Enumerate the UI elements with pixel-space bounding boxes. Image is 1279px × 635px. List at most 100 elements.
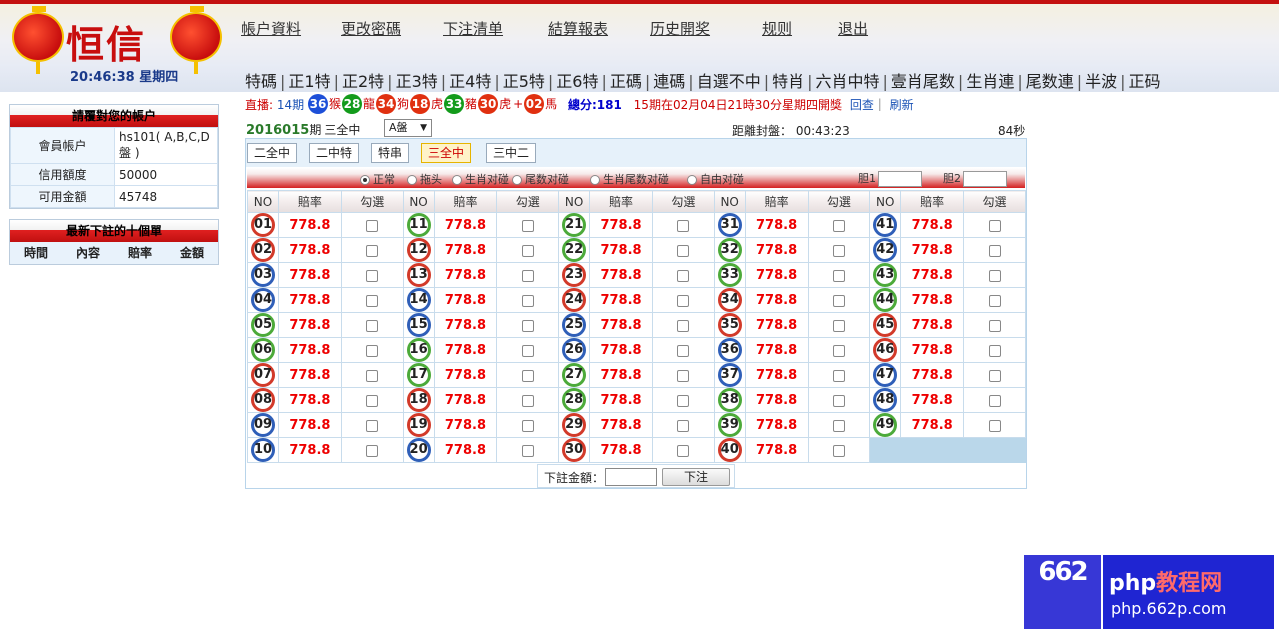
select-checkbox[interactable]	[521, 269, 534, 282]
select-checkbox[interactable]	[521, 394, 534, 407]
subnav-item-5[interactable]: 正5特	[503, 68, 545, 92]
subnav-item-9[interactable]: 自選不中	[697, 68, 761, 92]
select-checkbox[interactable]	[521, 444, 534, 457]
select-checkbox[interactable]	[366, 444, 379, 457]
select-checkbox[interactable]	[988, 319, 1001, 332]
subnav-item-6[interactable]: 正6特	[556, 68, 598, 92]
dan1-input[interactable]	[878, 171, 922, 187]
tab-4[interactable]: 三中二	[486, 143, 537, 163]
select-checkbox[interactable]	[988, 294, 1001, 307]
submit-bet-button[interactable]: 下注	[662, 468, 730, 486]
select-checkbox[interactable]	[677, 244, 690, 257]
nav-item-2[interactable]: 下注清单	[443, 18, 503, 39]
select-checkbox[interactable]	[366, 419, 379, 432]
select-checkbox[interactable]	[832, 394, 845, 407]
subnav-item-4[interactable]: 正4特	[449, 68, 491, 92]
select-checkbox[interactable]	[988, 394, 1001, 407]
select-checkbox[interactable]	[832, 419, 845, 432]
bet-amount-input[interactable]	[605, 468, 657, 486]
select-checkbox[interactable]	[521, 244, 534, 257]
mode-option-0[interactable]: 正常	[360, 171, 395, 187]
tab-2[interactable]: 特串	[371, 143, 410, 163]
select-checkbox[interactable]	[832, 269, 845, 282]
tab-3[interactable]: 三全中	[421, 143, 472, 163]
select-checkbox[interactable]	[677, 394, 690, 407]
select-checkbox[interactable]	[677, 319, 690, 332]
select-checkbox[interactable]	[366, 219, 379, 232]
select-checkbox[interactable]	[832, 319, 845, 332]
radio-icon[interactable]	[687, 175, 697, 185]
subnav-item-0[interactable]: 特碼	[245, 68, 277, 92]
select-checkbox[interactable]	[521, 419, 534, 432]
pan-select[interactable]: A盤	[384, 119, 432, 137]
nav-item-4[interactable]: 历史開奖	[650, 18, 710, 39]
radio-icon[interactable]	[360, 175, 370, 185]
select-checkbox[interactable]	[677, 369, 690, 382]
select-cell	[496, 412, 560, 438]
select-checkbox[interactable]	[366, 294, 379, 307]
subnav-item-2[interactable]: 正2特	[342, 68, 384, 92]
select-checkbox[interactable]	[366, 269, 379, 282]
subnav-item-15[interactable]: 半波	[1085, 68, 1117, 92]
mode-option-2[interactable]: 生肖对碰	[452, 171, 509, 187]
nav-item-5[interactable]: 规则	[762, 18, 792, 39]
mode-option-4[interactable]: 生肖尾数对碰	[590, 171, 669, 187]
radio-icon[interactable]	[512, 175, 522, 185]
select-checkbox[interactable]	[832, 369, 845, 382]
subnav-item-12[interactable]: 壹肖尾数	[891, 68, 955, 92]
select-checkbox[interactable]	[677, 219, 690, 232]
select-checkbox[interactable]	[832, 444, 845, 457]
nav-item-1[interactable]: 更改密碼	[341, 18, 401, 39]
select-checkbox[interactable]	[832, 219, 845, 232]
select-checkbox[interactable]	[988, 269, 1001, 282]
select-checkbox[interactable]	[366, 344, 379, 357]
select-checkbox[interactable]	[366, 394, 379, 407]
subnav-separator: |	[547, 72, 554, 91]
tab-0[interactable]: 二全中	[247, 143, 298, 163]
subnav-item-16[interactable]: 正码	[1129, 68, 1161, 92]
select-checkbox[interactable]	[521, 319, 534, 332]
select-checkbox[interactable]	[988, 219, 1001, 232]
select-cell	[651, 262, 715, 288]
select-checkbox[interactable]	[832, 244, 845, 257]
select-checkbox[interactable]	[521, 294, 534, 307]
radio-icon[interactable]	[407, 175, 417, 185]
replay-link[interactable]: 回查	[850, 96, 874, 113]
select-checkbox[interactable]	[677, 419, 690, 432]
subnav-item-13[interactable]: 生肖連	[966, 68, 1014, 92]
mode-option-1[interactable]: 拖头	[407, 171, 442, 187]
select-checkbox[interactable]	[832, 294, 845, 307]
mode-option-3[interactable]: 尾数对碰	[512, 171, 569, 187]
select-checkbox[interactable]	[988, 244, 1001, 257]
nav-item-0[interactable]: 帳户資料	[241, 18, 301, 39]
refresh-link[interactable]: 刷新	[890, 96, 914, 113]
select-checkbox[interactable]	[677, 344, 690, 357]
select-checkbox[interactable]	[677, 269, 690, 282]
select-checkbox[interactable]	[366, 369, 379, 382]
select-checkbox[interactable]	[521, 369, 534, 382]
mode-option-5[interactable]: 自由对碰	[687, 171, 744, 187]
radio-icon[interactable]	[590, 175, 600, 185]
nav-item-6[interactable]: 退出	[838, 18, 868, 39]
select-checkbox[interactable]	[521, 219, 534, 232]
subnav-item-11[interactable]: 六肖中特	[816, 68, 880, 92]
select-checkbox[interactable]	[677, 294, 690, 307]
subnav-item-3[interactable]: 正3特	[396, 68, 438, 92]
subnav-item-8[interactable]: 連碼	[653, 68, 685, 92]
select-checkbox[interactable]	[988, 419, 1001, 432]
subnav-item-14[interactable]: 尾数連	[1026, 68, 1074, 92]
select-checkbox[interactable]	[988, 369, 1001, 382]
select-checkbox[interactable]	[677, 444, 690, 457]
select-checkbox[interactable]	[988, 344, 1001, 357]
nav-item-3[interactable]: 結算報表	[548, 18, 608, 39]
select-checkbox[interactable]	[366, 244, 379, 257]
subnav-item-10[interactable]: 特肖	[772, 68, 804, 92]
radio-icon[interactable]	[452, 175, 462, 185]
dan2-input[interactable]	[963, 171, 1007, 187]
tab-1[interactable]: 二中特	[309, 143, 360, 163]
subnav-item-1[interactable]: 正1特	[288, 68, 330, 92]
select-checkbox[interactable]	[521, 344, 534, 357]
subnav-item-7[interactable]: 正碼	[610, 68, 642, 92]
select-checkbox[interactable]	[366, 319, 379, 332]
select-checkbox[interactable]	[832, 344, 845, 357]
